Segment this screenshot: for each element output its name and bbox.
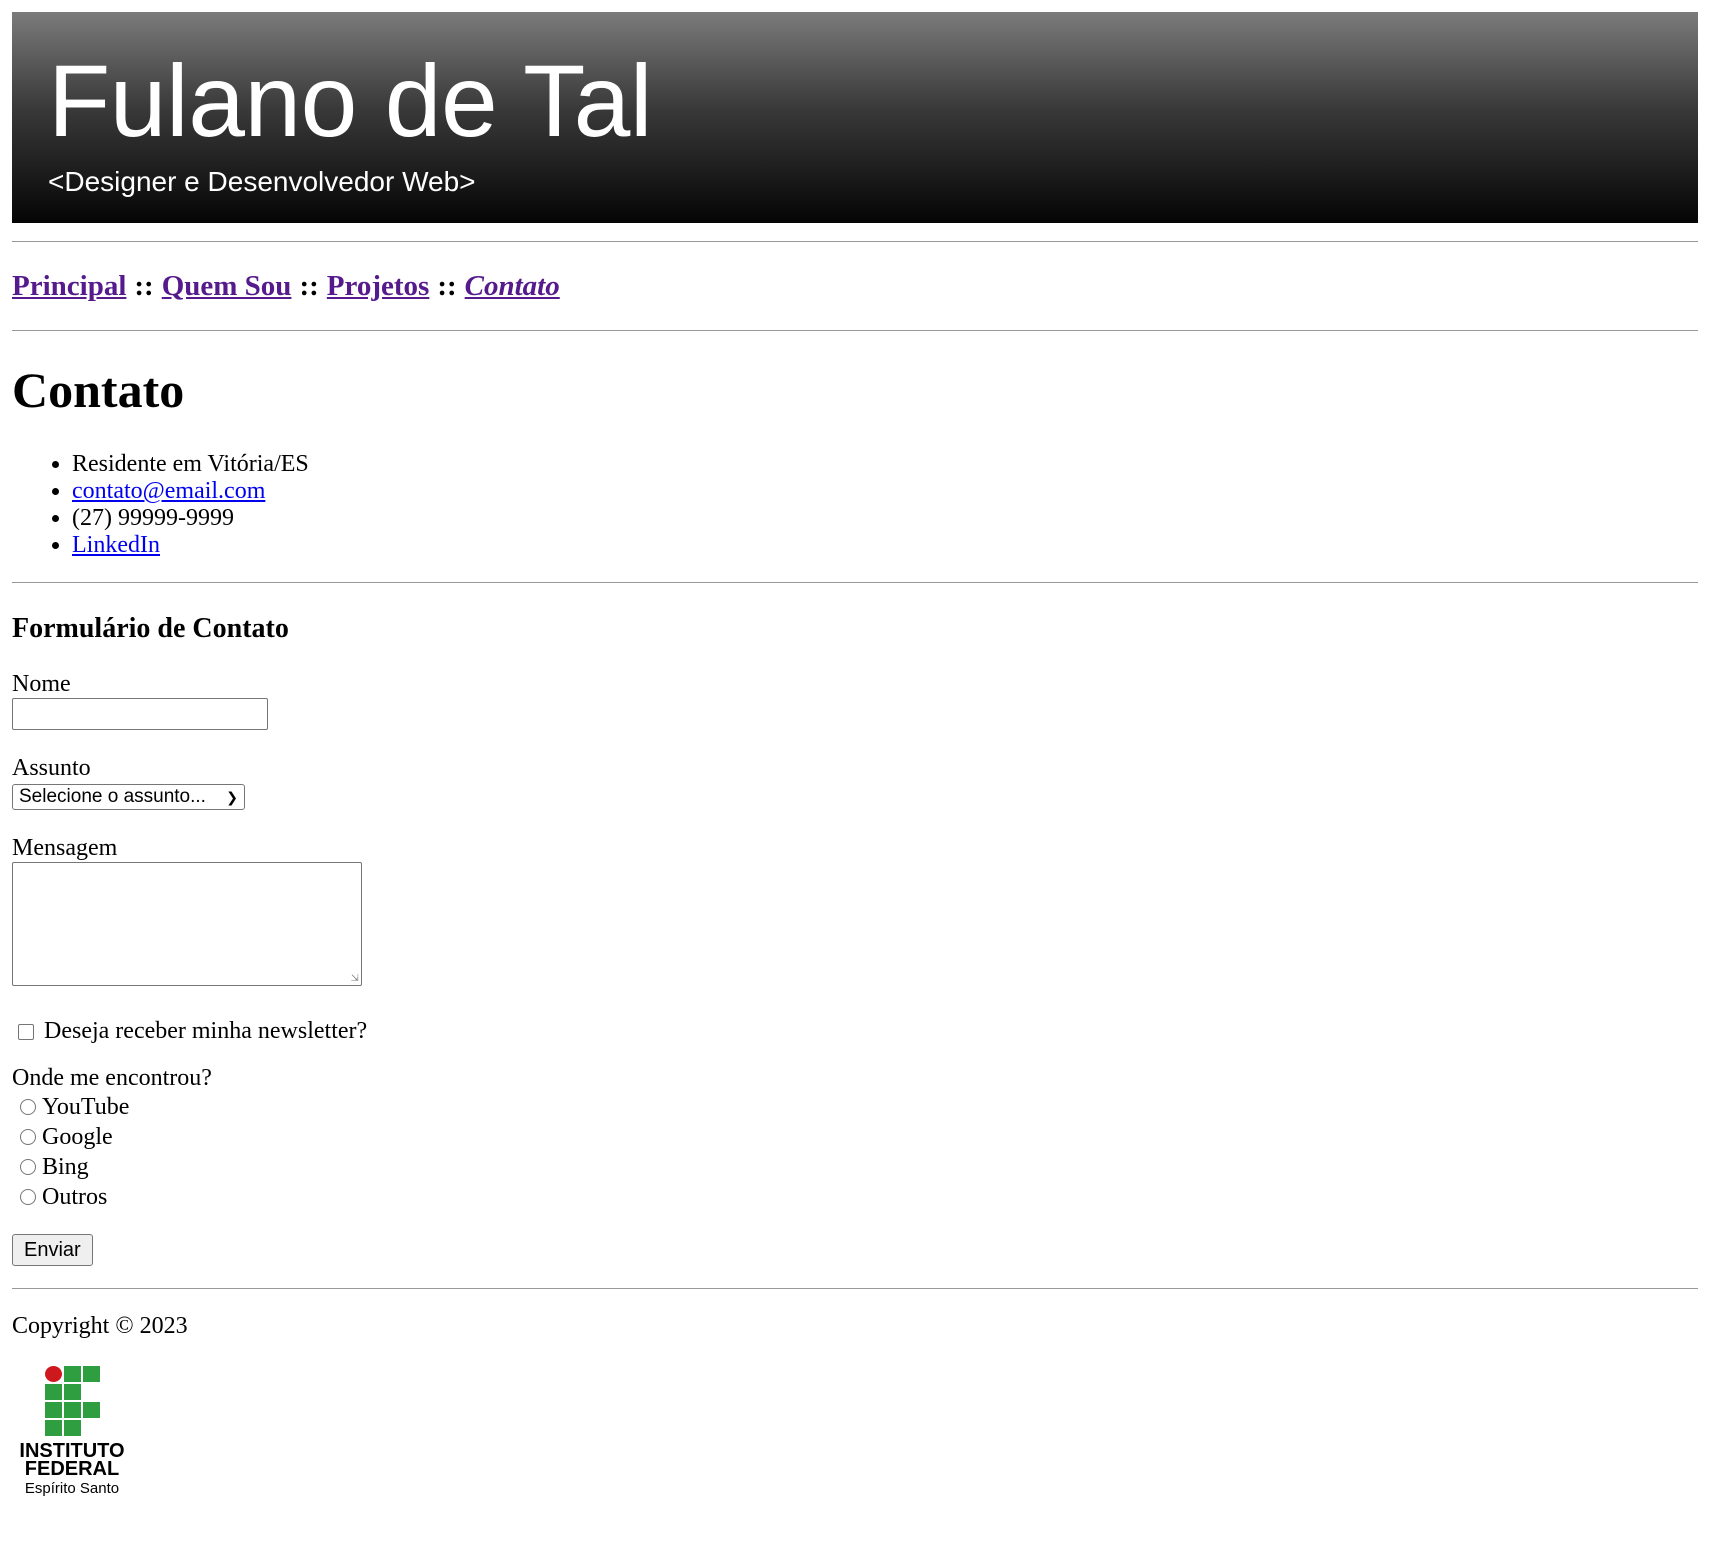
divider: [12, 1288, 1698, 1289]
radio-option-youtube[interactable]: YouTube: [12, 1092, 1698, 1122]
radio-button[interactable]: [20, 1159, 36, 1175]
radio-label: Outros: [42, 1184, 108, 1210]
list-item-email: contato@email.com: [72, 478, 1698, 505]
linkedin-link[interactable]: LinkedIn: [72, 532, 160, 558]
radio-option-bing[interactable]: Bing: [12, 1152, 1698, 1182]
radio-option-outros[interactable]: Outros: [12, 1182, 1698, 1212]
nav-link-principal[interactable]: Principal: [12, 270, 126, 303]
site-name: Fulano de Tal: [48, 44, 653, 158]
submit-button[interactable]: Enviar: [12, 1234, 93, 1266]
radio-option-google[interactable]: Google: [12, 1122, 1698, 1152]
nav-link-quem-sou[interactable]: Quem Sou: [162, 270, 292, 303]
site-role: <Designer e Desenvolvedor Web>: [48, 166, 476, 197]
form-title: Formulário de Contato: [12, 613, 289, 644]
header-banner: Fulano de Tal <Designer e Desenvolvedor …: [12, 12, 1698, 223]
source-label: Onde me encontrou?: [12, 1065, 212, 1091]
divider: [12, 582, 1698, 583]
radio-label: YouTube: [42, 1094, 130, 1120]
radio-button[interactable]: [20, 1129, 36, 1145]
logo-text-line3: Espírito Santo: [24, 1480, 120, 1497]
radio-button[interactable]: [20, 1099, 36, 1115]
copyright-text: Copyright © 2023: [12, 1313, 188, 1339]
list-item-linkedin: LinkedIn: [72, 532, 1698, 559]
subject-select[interactable]: Selecione o assunto... ❯: [12, 784, 245, 810]
email-link[interactable]: contato@email.com: [72, 478, 265, 504]
page-title: Contato: [12, 362, 185, 418]
chevron-down-icon: ❯: [226, 788, 238, 805]
newsletter-label: Deseja receber minha newsletter?: [44, 1018, 368, 1044]
logo-text-line2: FEDERAL: [24, 1458, 120, 1480]
main-nav: Principal :: Quem Sou :: Projetos :: Con…: [12, 242, 1698, 330]
subject-selected-value: Selecione o assunto...: [19, 786, 206, 807]
nav-link-projetos[interactable]: Projetos: [327, 270, 430, 303]
name-input[interactable]: [12, 698, 268, 730]
nav-separator: ::: [437, 269, 457, 302]
list-item-residence: Residente em Vitória/ES: [72, 451, 1698, 478]
message-textarea[interactable]: ⇲: [12, 862, 362, 986]
resize-handle-icon[interactable]: ⇲: [351, 974, 359, 984]
contact-info-list: Residente em Vitória/ES contato@email.co…: [12, 451, 1698, 559]
radio-button[interactable]: [20, 1189, 36, 1205]
logo-mark-icon: [45, 1366, 132, 1436]
name-label: Nome: [12, 671, 71, 697]
message-label: Mensagem: [12, 835, 118, 861]
institute-logo: INSTITUTO FEDERAL Espírito Santo: [12, 1366, 132, 1497]
nav-separator: ::: [299, 269, 319, 302]
newsletter-checkbox[interactable]: [18, 1023, 34, 1040]
nav-link-contato[interactable]: Contato: [465, 270, 560, 303]
newsletter-row: Deseja receber minha newsletter?: [12, 1018, 1698, 1045]
radio-label: Bing: [42, 1154, 89, 1180]
radio-label: Google: [42, 1124, 113, 1150]
nav-separator: ::: [134, 269, 154, 302]
list-item-phone: (27) 99999-9999: [72, 505, 1698, 532]
divider: [12, 330, 1698, 331]
subject-label: Assunto: [12, 755, 91, 781]
